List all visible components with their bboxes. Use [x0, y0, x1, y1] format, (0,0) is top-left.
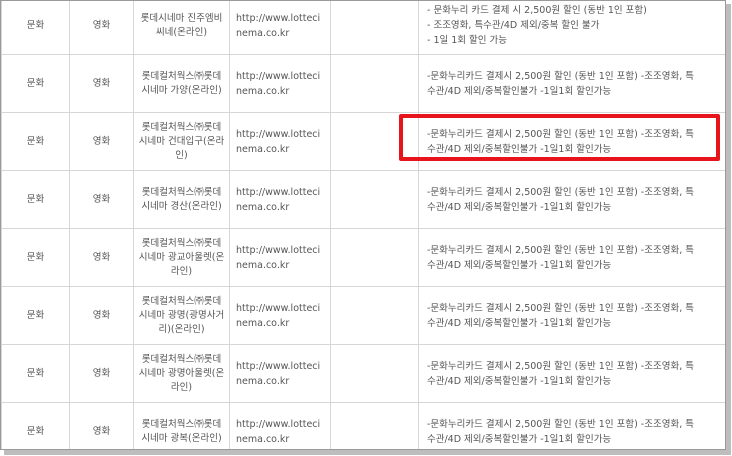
- type-cell: 영화: [69, 1, 134, 55]
- discount-note-line: 수관/4D 제외/중복할인불가 -1일1회 할인가능: [427, 85, 612, 97]
- table-row: 문화 영화 롯데컬처웍스㈜롯데시네마 광복(온라인) http://www.lotte…: [1, 402, 725, 449]
- empty-cell: [330, 228, 419, 287]
- category-cell: 문화: [1, 344, 70, 403]
- website-url-cell: http://www.lottecinema.co.kr: [229, 286, 331, 345]
- discount-note-line: 수관/4D 제외/중복할인불가 -1일1회 할인가능: [427, 433, 612, 445]
- discount-note-line: - 조조영화, 특수관/4D 제외/중복 할인 불가: [427, 20, 600, 31]
- merchant-name-cell: 롯데컬처웍스㈜롯데시네마 광교아울렛(온라인): [133, 228, 230, 287]
- website-url-cell: http://www.lottecinema.co.kr: [229, 170, 331, 229]
- discount-note-cell: -문화누리카드 결제시 2,500원 할인 (동반 1인 포함) -조조영화, …: [418, 54, 725, 113]
- discount-note-line: 수관/4D 제외/중복할인불가 -1일1회 할인가능: [427, 201, 612, 213]
- discount-note-line: 수관/4D 제외/중복할인불가 -1일1회 할인가능: [427, 375, 612, 387]
- discount-note-cell: -문화누리카드 결제시 2,500원 할인 (동반 1인 포함) -조조영화, …: [418, 402, 725, 449]
- empty-cell: [330, 286, 419, 345]
- table-row: 문화 영화 롯데컬처웍스㈜롯데시네마 광교아울렛(온라인) http://www.lo…: [1, 228, 725, 287]
- website-url-cell: http://www.lottecinema.co.kr: [229, 344, 331, 403]
- empty-cell: [330, 1, 419, 55]
- type-cell: 영화: [69, 228, 134, 287]
- discount-note-line: -문화누리카드 결제시 2,500원 할인 (동반 1인 포함) -조조영화, …: [427, 70, 694, 82]
- merchant-name-cell: 롯데컬처웍스㈜롯데시네마 가양(온라인): [133, 54, 230, 113]
- merchant-name-cell: 롯데컬처웍스㈜롯데시네마 건대입구(온라인): [133, 112, 230, 171]
- website-url-cell: http://www.lottecinema.co.kr: [229, 228, 331, 287]
- discount-note-cell: -문화누리카드 결제시 2,500원 할인 (동반 1인 포함) -조조영화, …: [418, 170, 725, 229]
- discount-note-cell: - 문화누리 카드 결제 시 2,500원 할인 (동반 1인 포함) - 조조영…: [418, 1, 725, 55]
- merchant-name-cell: 롯데컬처웍스㈜롯데시네마 광복(온라인): [133, 402, 230, 449]
- category-cell: 문화: [1, 112, 70, 171]
- type-cell: 영화: [69, 402, 134, 449]
- merchant-name-cell: 롯데컬처웍스㈜롯데시네마 경산(온라인): [133, 170, 230, 229]
- merchant-table: 문화 영화 롯데시네마 진주엠비씨네(온라인) http://www.lottecin…: [1, 1, 725, 449]
- discount-note-line: 수관/4D 제외/중복할인불가 -1일1회 할인가능: [427, 259, 612, 271]
- type-cell: 영화: [69, 112, 134, 171]
- table-row: 문화 영화 롯데시네마 진주엠비씨네(온라인) http://www.lottecin…: [1, 1, 725, 55]
- website-url-cell: http://www.lottecinema.co.kr: [229, 112, 331, 171]
- empty-cell: [330, 344, 419, 403]
- category-cell: 문화: [1, 1, 70, 55]
- empty-cell: [330, 170, 419, 229]
- screenshot-frame: 문화 영화 롯데시네마 진주엠비씨네(온라인) http://www.lottecin…: [0, 0, 726, 450]
- discount-note-cell: -문화누리카드 결제시 2,500원 할인 (동반 1인 포함) -조조영화, …: [418, 228, 725, 287]
- discount-note-cell: -문화누리카드 결제시 2,500원 할인 (동반 1인 포함) -조조영화, …: [418, 286, 725, 345]
- table-row: 문화 영화 롯데컬처웍스㈜롯데시네마 광명아울렛(온라인) http://www.lo…: [1, 344, 725, 403]
- frame-shadow-right: [726, 4, 731, 454]
- website-url-cell: http://www.lottecinema.co.kr: [229, 54, 331, 113]
- type-cell: 영화: [69, 54, 134, 113]
- discount-note-line: -문화누리카드 결제시 2,500원 할인 (동반 1인 포함) -조조영화, …: [427, 186, 694, 198]
- table-row: 문화 영화 롯데컬처웍스㈜롯데시네마 경산(온라인) http://www.lotte…: [1, 170, 725, 229]
- merchant-name-cell: 롯데컬처웍스㈜롯데시네마 광명아울렛(온라인): [133, 344, 230, 403]
- category-cell: 문화: [1, 228, 70, 287]
- category-cell: 문화: [1, 402, 70, 449]
- type-cell: 영화: [69, 344, 134, 403]
- discount-note-line: -문화누리카드 결제시 2,500원 할인 (동반 1인 포함) -조조영화, …: [427, 302, 694, 314]
- frame-shadow-bottom: [4, 450, 731, 455]
- type-cell: 영화: [69, 170, 134, 229]
- discount-note-line: -문화누리카드 결제시 2,500원 할인 (동반 1인 포함) -조조영화, …: [427, 244, 694, 256]
- category-cell: 문화: [1, 170, 70, 229]
- table-row: 문화 영화 롯데컬처웍스㈜롯데시네마 광명(광명사거리)(온라인) http://ww…: [1, 286, 725, 345]
- website-url-cell: http://www.lottecinema.co.kr: [229, 402, 331, 449]
- discount-note-line: - 문화누리 카드 결제 시 2,500원 할인 (동반 1인 포함): [427, 5, 647, 16]
- discount-note-line: 수관/4D 제외/중복할인불가 -1일1회 할인가능: [427, 317, 612, 329]
- merchant-table-body: 문화 영화 롯데시네마 진주엠비씨네(온라인) http://www.lottecin…: [1, 1, 725, 449]
- discount-note-cell: -문화누리카드 결제시 2,500원 할인 (동반 1인 포함) -조조영화, …: [418, 344, 725, 403]
- type-cell: 영화: [69, 286, 134, 345]
- merchant-name-cell: 롯데컬처웍스㈜롯데시네마 광명(광명사거리)(온라인): [133, 286, 230, 345]
- merchant-name-cell: 롯데시네마 진주엠비씨네(온라인): [133, 1, 230, 55]
- discount-note-line: - 1일 1회 할인 가능: [427, 35, 508, 46]
- empty-cell: [330, 54, 419, 113]
- empty-cell: [330, 402, 419, 449]
- website-url-cell: http://www.lottecinema.co.kr: [229, 1, 331, 55]
- discount-note-line: -문화누리카드 결제시 2,500원 할인 (동반 1인 포함) -조조영화, …: [427, 360, 694, 372]
- highlight-box: [399, 114, 720, 161]
- category-cell: 문화: [1, 286, 70, 345]
- category-cell: 문화: [1, 54, 70, 113]
- discount-note-line: -문화누리카드 결제시 2,500원 할인 (동반 1인 포함) -조조영화, …: [427, 418, 694, 430]
- table-row: 문화 영화 롯데컬처웍스㈜롯데시네마 가양(온라인) http://www.lotte…: [1, 54, 725, 113]
